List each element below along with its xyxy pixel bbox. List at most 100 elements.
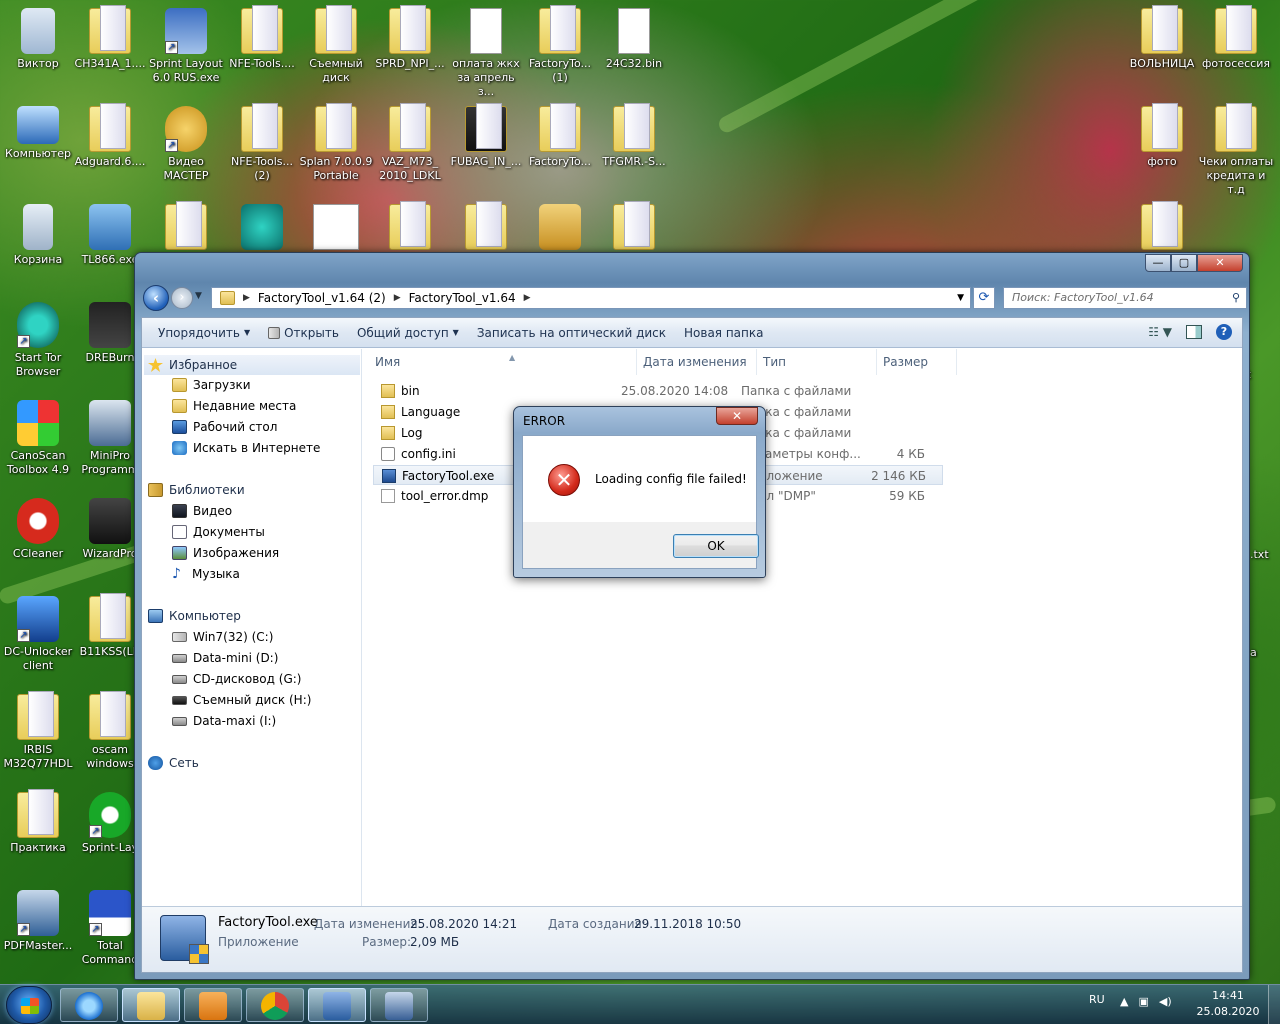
- desktop-icon-right-partial[interactable]: .txt: [1250, 548, 1280, 562]
- nav-item-music[interactable]: ♪ Музыка: [172, 567, 240, 581]
- desktop-icon-factorytool-1[interactable]: FactoryTo... (1): [522, 5, 598, 85]
- new-folder-button[interactable]: Новая папка: [680, 326, 777, 340]
- nav-item-video[interactable]: Видео: [172, 504, 232, 518]
- nav-group-network[interactable]: Сеть: [148, 756, 199, 770]
- desktop-icon-adguard[interactable]: Adguard.6....: [72, 103, 148, 169]
- forward-button[interactable]: ›: [171, 287, 193, 309]
- desktop-icon-right-partial[interactable]: а: [1250, 646, 1280, 660]
- nav-item-downloads[interactable]: Загрузки: [172, 378, 251, 392]
- ok-button[interactable]: OK: [673, 534, 759, 558]
- desktop-icon-factorytool[interactable]: FactoryTo...: [522, 103, 598, 169]
- desktop-icon-partial[interactable]: [298, 204, 374, 253]
- column-header-size[interactable]: Размер: [877, 349, 957, 375]
- address-bar[interactable]: ▶ FactoryTool_v1.64 (2) ▶ FactoryTool_v1…: [211, 287, 971, 309]
- taskbar-app-2[interactable]: [370, 988, 428, 1022]
- nav-group-libraries[interactable]: Библиотеки: [148, 483, 245, 497]
- show-hidden-icons-icon[interactable]: ▲: [1120, 995, 1128, 1008]
- taskbar-chrome[interactable]: [246, 988, 304, 1022]
- desktop-icon-24c32[interactable]: 24C32.bin: [596, 8, 672, 71]
- breadcrumb-segment[interactable]: FactoryTool_v1.64: [409, 288, 516, 308]
- error-dialog[interactable]: ERROR ✕ ✕ Loading config file failed! OK: [513, 406, 766, 578]
- share-button[interactable]: Общий доступ ▼: [353, 326, 473, 340]
- desktop-icon-partial[interactable]: [1124, 201, 1200, 253]
- desktop-icon-nfe-tools[interactable]: NFE-Tools....: [224, 5, 300, 71]
- nav-item-drive-g[interactable]: CD-дисковод (G:): [172, 672, 301, 686]
- maximize-button[interactable]: ▢: [1171, 254, 1197, 272]
- desktop-icon-foto[interactable]: фото: [1124, 103, 1200, 169]
- file-row[interactable]: bin 25.08.2020 14:08 Папка с файлами: [373, 381, 943, 401]
- address-dropdown-icon[interactable]: ▼: [957, 288, 964, 308]
- desktop-icon-irbis[interactable]: IRBIS M32Q77HDL: [0, 691, 76, 771]
- change-view-icon[interactable]: ☷ ▼: [1148, 325, 1172, 339]
- nav-item-drive-i[interactable]: Data-maxi (I:): [172, 714, 276, 728]
- desktop-icon-oplata[interactable]: оплата жкх за апрель з...: [448, 8, 524, 99]
- minimize-button[interactable]: —: [1145, 254, 1171, 272]
- desktop-icon-partial[interactable]: [448, 201, 524, 253]
- taskbar-explorer[interactable]: [122, 988, 180, 1022]
- explorer-window[interactable]: — ▢ ✕ ‹ › ▼ ▶ FactoryTool_v1.64 (2) ▶ Fa…: [134, 252, 1250, 980]
- desktop-icon-nfe-tools-2[interactable]: NFE-Tools... (2): [224, 103, 300, 183]
- nav-item-pictures[interactable]: Изображения: [172, 546, 279, 560]
- nav-item-desktop[interactable]: Рабочий стол: [172, 420, 277, 434]
- desktop-icon-vaz[interactable]: VAZ_M73_ 2010_LDKL: [372, 103, 448, 183]
- nav-group-computer[interactable]: Компьютер: [148, 609, 241, 623]
- show-desktop-button[interactable]: [1268, 985, 1280, 1024]
- desktop-icon-removable-disk[interactable]: Съемный диск: [298, 5, 374, 85]
- language-indicator[interactable]: RU: [1089, 993, 1105, 1006]
- desktop-icon-canoscan[interactable]: CanoScan Toolbox 4.9: [0, 400, 76, 477]
- desktop-icon-tor[interactable]: ↗ Start Tor Browser: [0, 302, 76, 379]
- open-button[interactable]: Открыть: [264, 326, 353, 340]
- help-icon[interactable]: ?: [1216, 324, 1232, 340]
- desktop-icon-dc-unlocker[interactable]: ↗ DC-Unlocker client: [0, 596, 76, 673]
- desktop-icon-splan[interactable]: Splan 7.0.0.9 Portable: [298, 103, 374, 183]
- desktop-icon-pdfmaster[interactable]: ↗ PDFMaster...: [0, 890, 76, 953]
- desktop-icon-partial[interactable]: [372, 201, 448, 253]
- desktop-icon-video-master[interactable]: ↗ Видео МАСТЕР: [148, 106, 224, 183]
- desktop-icon-fotosessiya[interactable]: фотосессия: [1198, 5, 1274, 71]
- nav-item-recent[interactable]: Недавние места: [172, 399, 296, 413]
- clock[interactable]: 14:41 25.08.2020: [1192, 988, 1264, 1020]
- history-dropdown[interactable]: ▼: [195, 291, 202, 301]
- desktop-icon-partial[interactable]: [522, 204, 598, 253]
- desktop-icon-recycle-bin[interactable]: Корзина: [0, 204, 76, 267]
- desktop-icon-praktika[interactable]: Практика: [0, 789, 76, 855]
- taskbar-factorytool[interactable]: [308, 988, 366, 1022]
- close-button[interactable]: ✕: [1197, 254, 1243, 272]
- desktop-icon-partial[interactable]: [224, 204, 300, 253]
- nav-item-web-search[interactable]: Искать в Интернете: [172, 441, 320, 455]
- chevron-right-icon[interactable]: ▶: [524, 288, 531, 308]
- breadcrumb-segment[interactable]: FactoryTool_v1.64 (2): [258, 288, 386, 308]
- nav-item-drive-h[interactable]: Съемный диск (H:): [172, 693, 311, 707]
- column-header-type[interactable]: Тип: [757, 349, 877, 375]
- start-button[interactable]: [6, 986, 52, 1024]
- desktop-icon-partial[interactable]: [596, 201, 672, 253]
- taskbar-app[interactable]: [184, 988, 242, 1022]
- desktop-icon-computer[interactable]: Компьютер: [0, 106, 76, 161]
- desktop-icon-ccleaner[interactable]: CCleaner: [0, 498, 76, 561]
- desktop-icon-volnitsa[interactable]: ВОЛЬНИЦА: [1124, 5, 1200, 71]
- column-header-name[interactable]: Имя ▲: [369, 349, 637, 375]
- search-icon[interactable]: ⚲: [1232, 288, 1240, 308]
- desktop-icon-ch341a[interactable]: CH341A_1....: [72, 5, 148, 71]
- nav-item-drive-c[interactable]: Win7(32) (C:): [172, 630, 273, 644]
- refresh-button[interactable]: ⟳: [973, 287, 995, 309]
- organize-button[interactable]: Упорядочить ▼: [154, 326, 264, 340]
- search-input[interactable]: Поиск: FactoryTool_v1.64 ⚲: [1003, 287, 1247, 309]
- desktop-icon-sprd-npi[interactable]: SPRD_NPI_...: [372, 5, 448, 71]
- nav-group-favorites[interactable]: Избранное: [144, 355, 360, 375]
- back-button[interactable]: ‹: [143, 285, 169, 311]
- desktop-icon-cheki[interactable]: Чеки оплаты кредита и т.д: [1198, 103, 1274, 197]
- desktop-icon-viktor[interactable]: Виктор: [0, 8, 76, 71]
- column-header-date[interactable]: Дата изменения: [637, 349, 757, 375]
- volume-icon[interactable]: ◀): [1159, 995, 1172, 1008]
- taskbar-ie[interactable]: [60, 988, 118, 1022]
- nav-item-documents[interactable]: Документы: [172, 525, 265, 539]
- burn-button[interactable]: Записать на оптический диск: [473, 326, 680, 340]
- chevron-right-icon[interactable]: ▶: [394, 288, 401, 308]
- desktop-icon-sprint-layout[interactable]: ↗ Sprint Layout 6.0 RUS.exe: [148, 8, 224, 85]
- preview-pane-icon[interactable]: [1186, 325, 1202, 339]
- network-status-icon[interactable]: ▣: [1138, 995, 1148, 1008]
- desktop-icon-tfgmr[interactable]: TFGMR.-S...: [596, 103, 672, 169]
- desktop-icon-partial[interactable]: [148, 201, 224, 253]
- dialog-close-button[interactable]: ✕: [716, 407, 758, 425]
